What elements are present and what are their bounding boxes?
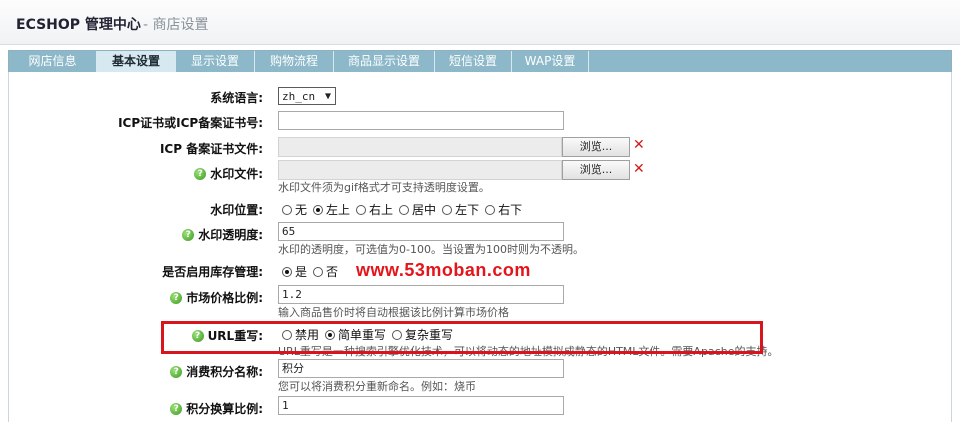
lang-label: 系统语言: xyxy=(210,91,263,105)
radio-option[interactable]: 无 xyxy=(282,201,307,218)
watermark-file-note: 水印文件须为gif格式才可支持透明度设置。 xyxy=(278,181,490,194)
radio-option[interactable]: 否 xyxy=(313,263,338,280)
radio-label: 否 xyxy=(326,265,339,279)
help-icon[interactable]: ? xyxy=(170,402,183,415)
icp-file-browse-button[interactable]: 浏览... xyxy=(562,137,630,157)
radio-icon xyxy=(399,204,410,215)
radio-option[interactable]: 居中 xyxy=(399,201,436,218)
market-ratio-label-text: 市场价格比例: xyxy=(186,291,263,305)
market-ratio-input[interactable]: 1.2 xyxy=(278,285,564,304)
points-name-note: 您可以将消费积分重新命名。例如：烧币 xyxy=(278,380,476,393)
tab-basic-settings[interactable]: 基本设置 xyxy=(97,51,176,72)
radio-icon xyxy=(356,204,367,215)
radio-label: 居中 xyxy=(412,203,437,217)
radio-label: 右下 xyxy=(498,203,523,217)
points-ratio-label: ? 积分换算比例: xyxy=(170,400,263,417)
watermark-file-delete-icon[interactable]: ✕ xyxy=(633,161,645,177)
lang-select[interactable]: zh_cn ▼ xyxy=(278,87,336,105)
watermark-file-label: ? 水印文件: xyxy=(194,165,263,182)
market-ratio-label: ? 市场价格比例: xyxy=(170,289,263,306)
help-icon[interactable]: ? xyxy=(170,365,183,378)
watermark-file-browse-button[interactable]: 浏览... xyxy=(562,160,630,180)
watermark-file-input[interactable] xyxy=(278,160,562,180)
app-title: ECSHOP 管理中心 xyxy=(16,17,141,33)
stock-label: 是否启用库存管理: xyxy=(162,265,263,279)
radio-label: 无 xyxy=(295,203,308,217)
points-ratio-label-text: 积分换算比例: xyxy=(186,402,263,416)
settings-tabs: 网店信息 基本设置 显示设置 购物流程 商品显示设置 短信设置 WAP设置 xyxy=(8,50,952,73)
radio-option[interactable]: 是 xyxy=(282,263,307,280)
watermark-alpha-input[interactable]: 65 xyxy=(278,222,564,241)
tab-display-settings[interactable]: 显示设置 xyxy=(176,51,255,72)
tab-shopping-flow[interactable]: 购物流程 xyxy=(255,51,334,72)
stock-radios: 是 否 xyxy=(282,263,344,280)
watermark-position-radios: 无 左上 右上 居中 左下 右下 xyxy=(282,201,528,218)
radio-label: 是 xyxy=(295,265,308,279)
icp-file-delete-icon[interactable]: ✕ xyxy=(633,137,645,153)
watermark-text: www.53moban.com xyxy=(356,260,531,280)
highlight-box xyxy=(161,321,763,354)
radio-label: 右上 xyxy=(369,203,394,217)
chevron-down-icon: ▼ xyxy=(324,91,331,102)
help-icon[interactable]: ? xyxy=(194,167,207,180)
radio-option[interactable]: 右下 xyxy=(485,201,522,218)
radio-option[interactable]: 右上 xyxy=(356,201,393,218)
radio-selected-icon xyxy=(282,266,292,277)
tab-goods-display[interactable]: 商品显示设置 xyxy=(334,51,435,72)
watermark-alpha-label-text: 水印透明度: xyxy=(198,228,263,242)
tab-wap-settings[interactable]: WAP设置 xyxy=(512,51,589,72)
points-name-label-text: 消费积分名称: xyxy=(186,365,263,379)
radio-icon xyxy=(313,266,324,277)
radio-label: 左上 xyxy=(326,203,351,217)
lang-select-value: zh_cn xyxy=(282,90,316,103)
radio-icon xyxy=(282,204,292,215)
points-ratio-input[interactable]: 1 xyxy=(278,396,564,415)
watermark-position-label: 水印位置: xyxy=(210,203,263,217)
icp-number-input[interactable] xyxy=(278,111,564,130)
market-ratio-note: 输入商品售价时将自动根据该比例计算市场价格 xyxy=(278,306,509,319)
radio-option[interactable]: 左上 xyxy=(313,201,350,218)
watermark-alpha-note: 水印的透明度，可选值为0-100。当设置为100时则为不透明。 xyxy=(278,243,584,256)
tab-shop-info[interactable]: 网店信息 xyxy=(9,51,97,72)
points-name-label: ? 消费积分名称: xyxy=(170,363,263,380)
icp-file-input[interactable] xyxy=(278,137,562,157)
radio-label: 左下 xyxy=(455,203,480,217)
tab-sms-settings[interactable]: 短信设置 xyxy=(435,51,512,72)
radio-option[interactable]: 左下 xyxy=(442,201,479,218)
watermark-file-label-text: 水印文件: xyxy=(210,167,263,181)
watermark-alpha-label: ? 水印透明度: xyxy=(182,226,263,243)
icp-number-label: ICP证书或ICP备案证书号: xyxy=(118,116,263,130)
icp-file-label: ICP 备案证书文件: xyxy=(159,142,263,156)
radio-icon xyxy=(485,204,496,215)
breadcrumb: - 商店设置 xyxy=(143,17,209,33)
points-name-input[interactable]: 积分 xyxy=(278,359,564,378)
page-header: ECSHOP 管理中心 - 商店设置 xyxy=(0,0,960,45)
help-icon[interactable]: ? xyxy=(170,291,183,304)
help-icon[interactable]: ? xyxy=(182,228,195,241)
radio-selected-icon xyxy=(313,204,324,215)
radio-icon xyxy=(442,204,453,215)
